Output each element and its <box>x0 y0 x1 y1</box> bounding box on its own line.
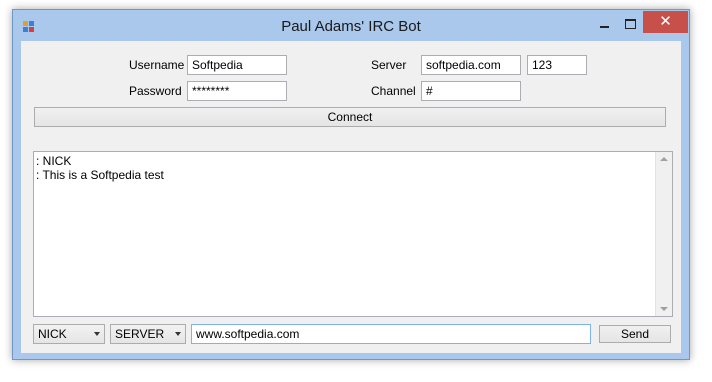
scroll-down-icon[interactable] <box>660 307 668 311</box>
message-input[interactable]: www.softpedia.com <box>191 324 591 344</box>
type-select[interactable]: SERVER <box>110 324 186 344</box>
username-field[interactable]: Softpedia <box>187 55 287 75</box>
target-select-value: NICK <box>38 327 67 341</box>
window-title: Paul Adams' IRC Bot <box>281 18 421 35</box>
app-window: Paul Adams' IRC Bot ✕ Username Softpedia… <box>12 9 690 360</box>
scroll-up-icon[interactable] <box>660 157 668 161</box>
maximize-button[interactable] <box>617 14 643 34</box>
log-textbox[interactable]: : NICK : This is a Softpedia test <box>33 151 673 317</box>
type-select-value: SERVER <box>115 327 165 341</box>
log-scrollbar[interactable] <box>655 152 672 316</box>
username-label: Username <box>129 58 185 72</box>
password-field[interactable]: ******** <box>187 81 287 101</box>
minimize-button[interactable] <box>591 14 617 34</box>
title-bar[interactable]: Paul Adams' IRC Bot ✕ <box>13 10 689 42</box>
server-label: Server <box>371 58 407 72</box>
log-line: : This is a Softpedia test <box>36 168 164 182</box>
port-field[interactable]: 123 <box>527 55 587 75</box>
channel-field[interactable]: # <box>421 81 521 101</box>
close-button[interactable]: ✕ <box>643 11 688 33</box>
chevron-down-icon <box>175 332 181 336</box>
client-area: Username Softpedia Password ******** Ser… <box>21 41 681 353</box>
password-label: Password <box>129 84 182 98</box>
log-content: : NICK : This is a Softpedia test <box>36 154 654 182</box>
close-icon: ✕ <box>659 13 672 30</box>
log-line: : NICK <box>36 154 72 168</box>
send-button[interactable]: Send <box>599 325 671 343</box>
connect-button[interactable]: Connect <box>34 107 666 127</box>
channel-label: Channel <box>371 84 416 98</box>
server-field[interactable]: softpedia.com <box>421 55 521 75</box>
chevron-down-icon <box>94 332 100 336</box>
target-select[interactable]: NICK <box>33 324 105 344</box>
